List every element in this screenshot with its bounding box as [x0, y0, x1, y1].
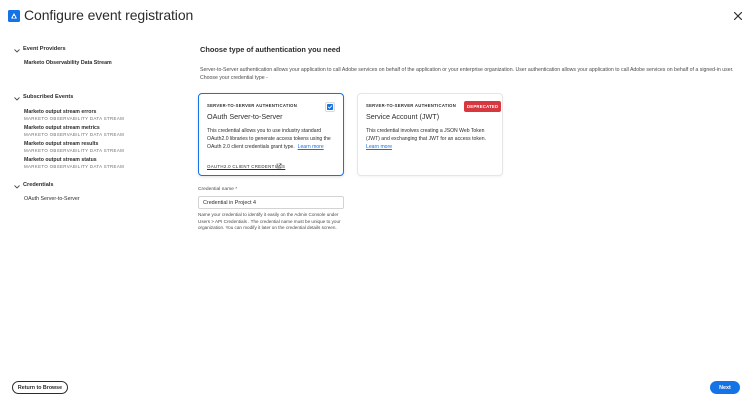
auth-description: Server-to-Server authentication allows y… [200, 67, 734, 81]
event-provider: MARKETO OBSERVABILITY DATA STREAM [24, 131, 125, 137]
learn-more-link[interactable]: Learn more [366, 144, 392, 150]
sidebar-item-event-provider[interactable]: Marketo Observability Data Stream [24, 60, 112, 66]
section-title: Subscribed Events [23, 94, 74, 100]
credentials-toggle[interactable]: Credentials [12, 181, 182, 193]
sidebar-event-item[interactable]: Marketo output stream results MARKETO OB… [24, 141, 124, 153]
card-eyebrow: SERVER-TO-SERVER AUTHENTICATION [207, 103, 298, 108]
section-title: Credentials [23, 182, 54, 188]
event-name: Marketo output stream status [24, 157, 97, 163]
close-icon[interactable] [731, 9, 745, 23]
event-registration-icon [8, 10, 20, 22]
page-title: Choose type of authentication you need [200, 45, 341, 54]
event-provider: MARKETO OBSERVABILITY DATA STREAM [24, 147, 125, 153]
event-providers-toggle[interactable]: Event Providers [12, 45, 182, 57]
card-body: This credential allows you to use indust… [207, 128, 333, 151]
card-title: Service Account (JWT) [366, 112, 440, 121]
external-link-icon [276, 163, 282, 169]
chevron-down-icon [14, 97, 20, 101]
oauth-server-to-server-card[interactable]: SERVER-TO-SERVER AUTHENTICATION OAuth Se… [198, 93, 344, 176]
card-body: This credential involves creating a JSON… [366, 128, 492, 151]
sidebar-item-credential[interactable]: OAuth Server-to-Server [24, 196, 80, 202]
card-title: OAuth Server-to-Server [207, 112, 283, 121]
event-provider: MARKETO OBSERVABILITY DATA STREAM [24, 163, 125, 169]
oauth-client-credentials-link[interactable]: OAUTH2.0 CLIENT CREDENTIALS [207, 164, 285, 169]
chevron-down-icon [14, 49, 20, 53]
checkmark-icon [327, 104, 333, 110]
card-body-text: This credential involves creating a JSON… [366, 128, 486, 142]
oauth-select-checkbox[interactable] [325, 102, 335, 112]
event-name: Marketo output stream errors [24, 109, 97, 115]
dialog-title: Configure event registration [24, 7, 194, 23]
dialog-header: Configure event registration [0, 0, 750, 32]
chevron-down-icon [14, 185, 20, 189]
event-provider: MARKETO OBSERVABILITY DATA STREAM [24, 115, 125, 121]
learn-more-link[interactable]: Learn more [298, 144, 324, 150]
sidebar-event-item[interactable]: Marketo output stream status MARKETO OBS… [24, 157, 124, 169]
service-account-jwt-card[interactable]: SERVER-TO-SERVER AUTHENTICATION DEPRECAT… [357, 93, 503, 176]
deprecated-badge: DEPRECATED [464, 101, 502, 112]
sidebar-event-item[interactable]: Marketo output stream metrics MARKETO OB… [24, 125, 124, 137]
next-button[interactable]: Next [710, 381, 740, 394]
sidebar-event-item[interactable]: Marketo output stream errors MARKETO OBS… [24, 109, 124, 121]
event-name: Marketo output stream metrics [24, 125, 100, 131]
credential-name-label: Credential name * [198, 187, 238, 192]
subscribed-events-toggle[interactable]: Subscribed Events [12, 93, 182, 105]
credential-help-text: Name your credential to identify it easi… [198, 212, 341, 231]
configure-event-registration-dialog: Configure event registration Event Provi… [0, 0, 750, 401]
credential-name-input[interactable] [198, 196, 344, 209]
section-title: Event Providers [23, 46, 66, 52]
event-name: Marketo output stream results [24, 141, 99, 147]
return-to-browse-button[interactable]: Return to Browse [12, 381, 68, 394]
card-eyebrow: SERVER-TO-SERVER AUTHENTICATION [366, 103, 457, 108]
